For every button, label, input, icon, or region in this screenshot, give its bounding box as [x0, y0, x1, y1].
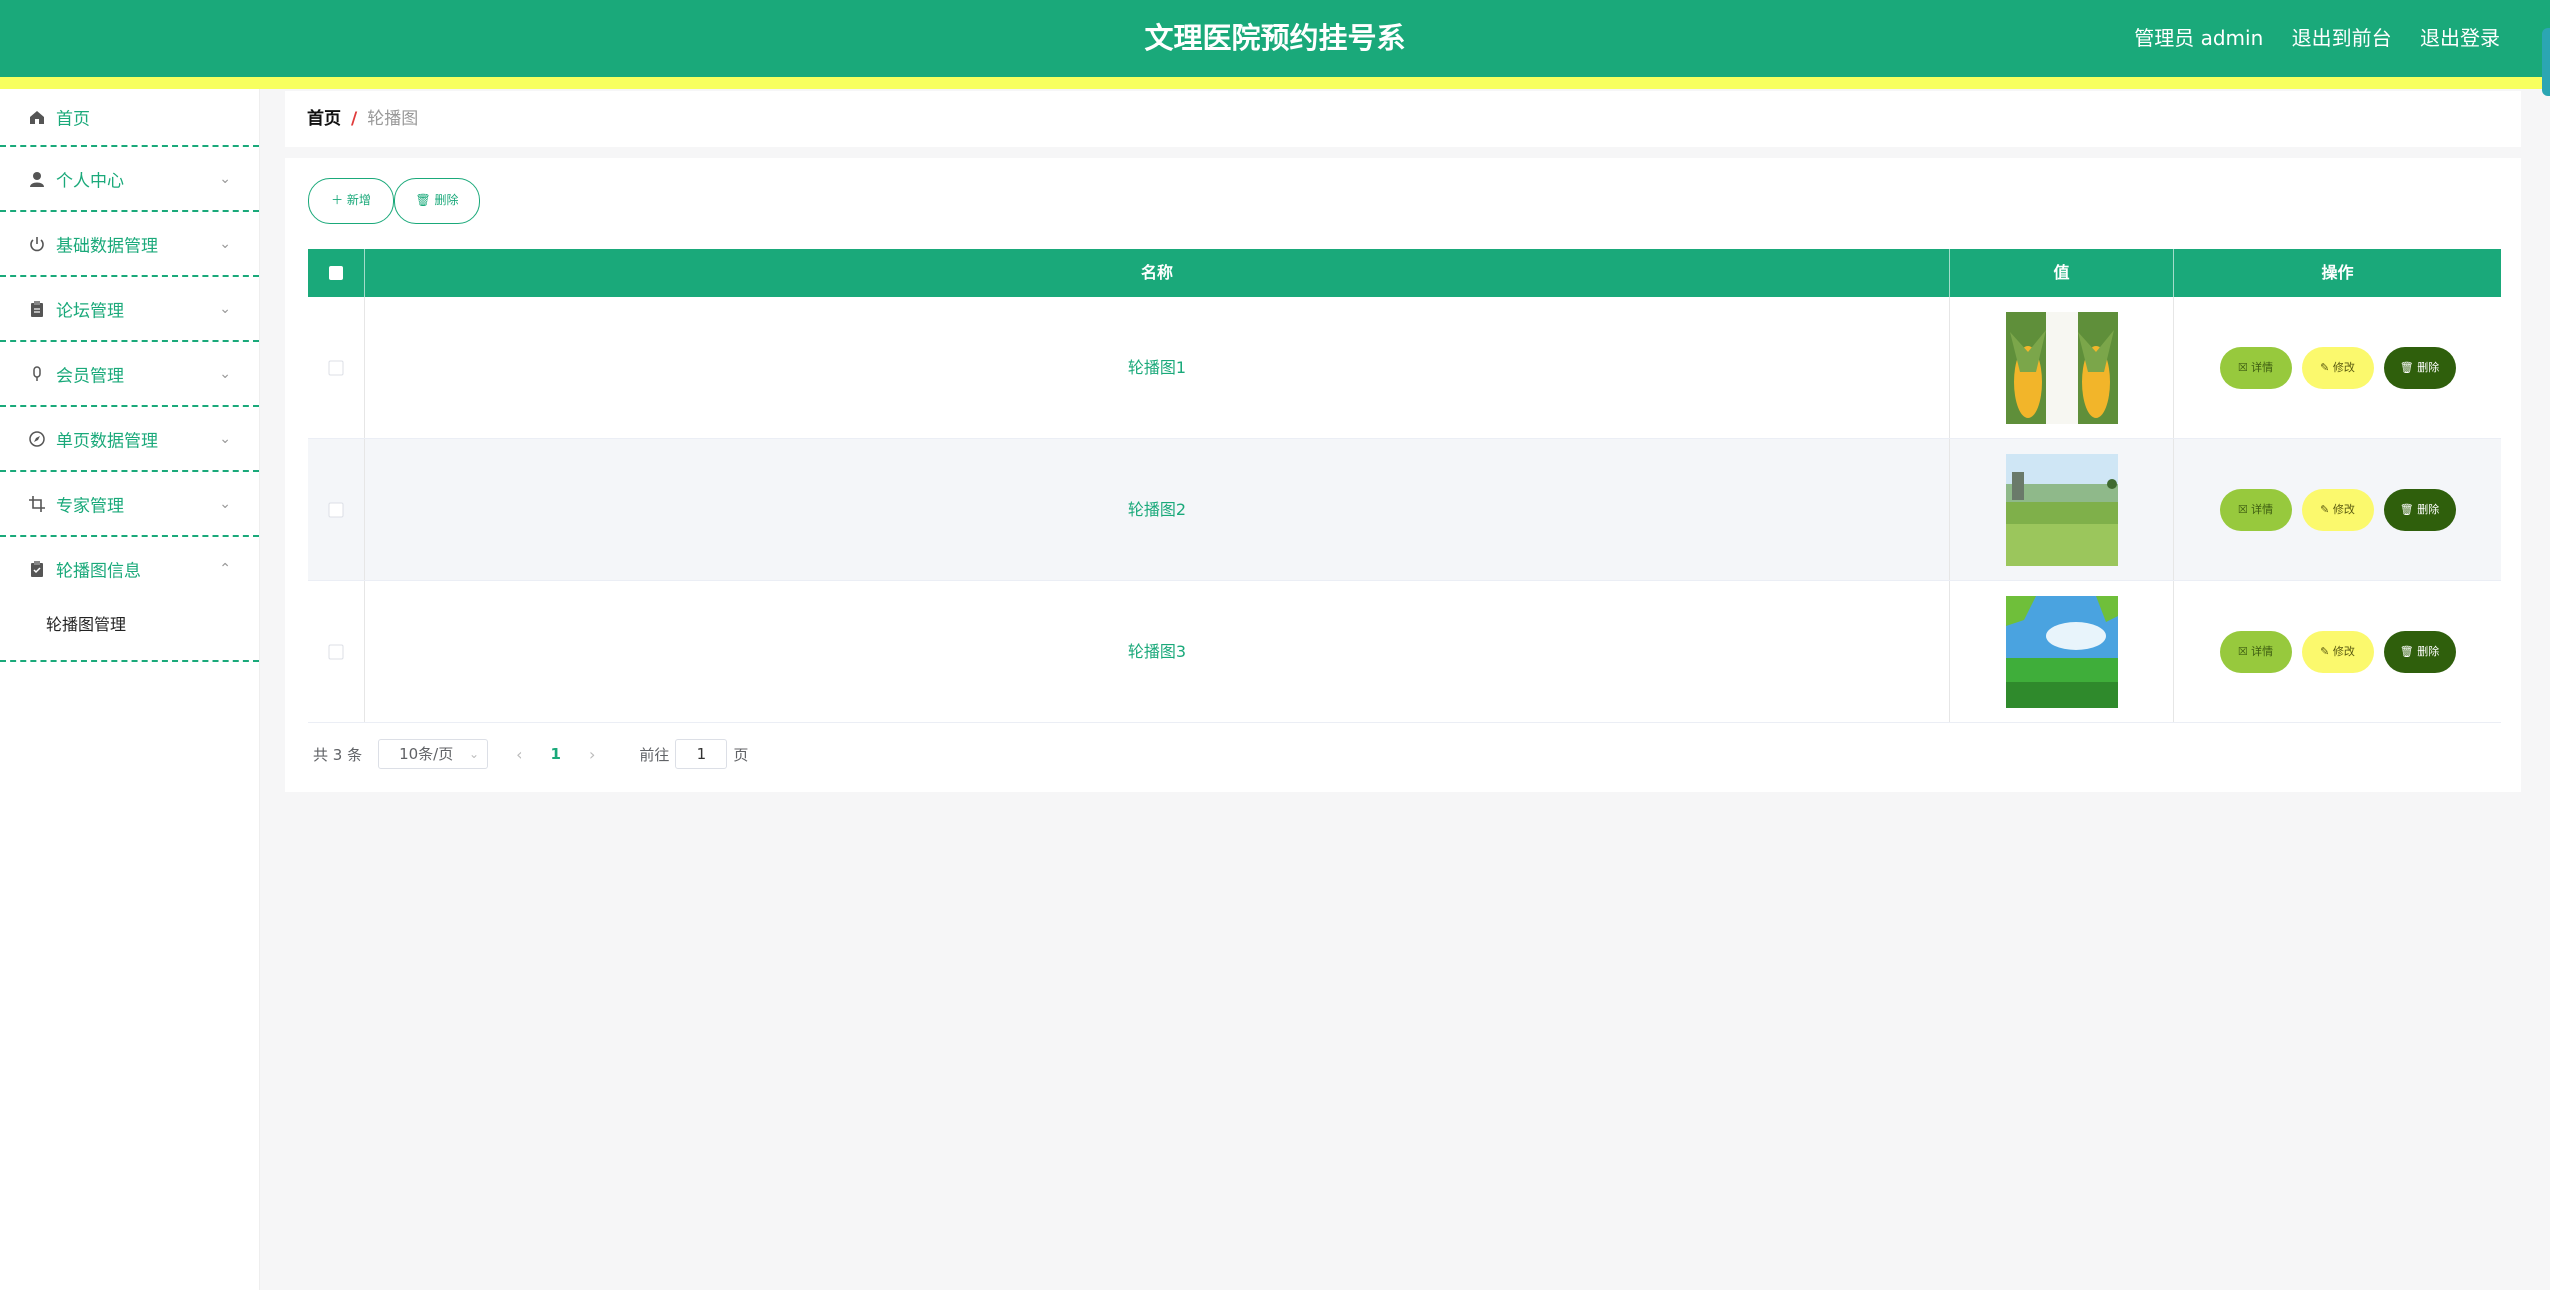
- row-checkbox[interactable]: [328, 644, 344, 659]
- detail-button[interactable]: ☒ 详情: [2219, 346, 2292, 389]
- green-sky-image[interactable]: [2005, 595, 2118, 708]
- sidebar-item-forum[interactable]: 论坛管理 ⌄: [0, 277, 259, 342]
- header-right: 管理员 admin 退出到前台 退出登录: [2112, 0, 2500, 77]
- sidebar-item-carousel-info[interactable]: 轮播图信息 ⌃: [0, 537, 259, 600]
- next-page-icon[interactable]: ›: [589, 745, 595, 764]
- pagination: 共 3 条 10条/页 ⌄ ‹ 1 › 前往 页: [313, 738, 748, 770]
- content-card: ＋ 新增 🗑 删除 名称 值 操作 轮播图1 ☒ 详情 ✎ 修改 🗑 删除 轮播…: [285, 158, 2521, 792]
- chevron-down-icon: ⌄: [219, 430, 231, 447]
- logout-link[interactable]: 退出登录: [2420, 26, 2500, 50]
- sidebar-item-home[interactable]: 首页: [0, 89, 259, 147]
- chevron-down-icon: ⌄: [219, 495, 231, 512]
- top-header: 文理医院预约挂号系 管理员 admin 退出到前台 退出登录: [0, 0, 2550, 77]
- grass-field-image[interactable]: [2005, 453, 2118, 566]
- sidebar-item-label: 会员管理: [56, 366, 124, 386]
- chevron-down-icon: ⌄: [219, 300, 231, 317]
- chevron-down-icon: ⌄: [219, 170, 231, 187]
- row-name: 轮播图1: [365, 297, 1950, 438]
- breadcrumb-separator: /: [351, 109, 358, 129]
- detail-button[interactable]: ☒ 详情: [2219, 488, 2292, 531]
- sidebar-subitem-carousel-manage[interactable]: 轮播图管理: [0, 600, 259, 650]
- chevron-down-icon: ⌄: [219, 365, 231, 382]
- data-table: 名称 值 操作 轮播图1 ☒ 详情 ✎ 修改 🗑 删除 轮播图2 ☒ 详情 ✎ …: [308, 249, 2501, 723]
- crop-icon: [28, 495, 46, 513]
- column-header-name: 名称: [365, 249, 1950, 297]
- microphone-icon: [28, 365, 46, 383]
- header-accent-bar: [0, 77, 2550, 89]
- checklist-icon: [28, 560, 46, 578]
- sidebar-item-label: 轮播图信息: [56, 561, 141, 581]
- edit-button[interactable]: ✎ 修改: [2301, 630, 2374, 673]
- goto-label: 前往: [639, 745, 670, 764]
- delete-button[interactable]: 🗑 删除: [2383, 488, 2456, 531]
- row-name: 轮播图3: [365, 581, 1950, 722]
- row-checkbox[interactable]: [328, 360, 344, 375]
- sidebar-item-label: 个人中心: [56, 171, 124, 191]
- column-header-actions: 操作: [2321, 263, 2354, 282]
- front-desk-link[interactable]: 退出到前台: [2292, 26, 2392, 50]
- delete-button[interactable]: 🗑 删除: [2383, 346, 2456, 389]
- table-header: 名称 值 操作: [308, 249, 2501, 297]
- chevron-down-icon: ⌄: [219, 235, 231, 252]
- detail-button[interactable]: ☒ 详情: [2219, 630, 2292, 673]
- sidebar-group-carousel: 轮播图信息 ⌃ 轮播图管理: [0, 537, 259, 662]
- prev-page-icon[interactable]: ‹: [516, 745, 522, 764]
- edit-button[interactable]: ✎ 修改: [2301, 346, 2374, 389]
- page-size-select[interactable]: 10条/页 ⌄: [378, 739, 489, 769]
- side-edge-tab[interactable]: [2542, 28, 2550, 96]
- page-number[interactable]: 1: [551, 745, 561, 763]
- breadcrumb-home[interactable]: 首页: [307, 109, 341, 129]
- sidebar-item-members[interactable]: 会员管理 ⌄: [0, 342, 259, 407]
- row-name: 轮播图2: [365, 439, 1950, 580]
- breadcrumb: 首页 / 轮播图: [285, 91, 2521, 147]
- select-all-cell: [308, 249, 365, 297]
- admin-user-label: 管理员 admin: [2134, 26, 2264, 50]
- goto-suffix: 页: [733, 745, 749, 764]
- sidebar-item-label: 基础数据管理: [56, 236, 158, 256]
- chevron-up-icon: ⌃: [219, 560, 231, 577]
- add-button[interactable]: ＋ 新增: [308, 178, 394, 224]
- home-icon: [28, 108, 46, 126]
- sidebar-item-base-data[interactable]: 基础数据管理 ⌄: [0, 212, 259, 277]
- sidebar-item-label: 首页: [56, 109, 90, 130]
- sidebar: 首页 个人中心 ⌄ 基础数据管理 ⌄ 论坛管理 ⌄ 会员管理 ⌄ 单页数据管理 …: [0, 89, 260, 1290]
- delete-button[interactable]: 🗑 删除: [2383, 630, 2456, 673]
- sidebar-item-experts[interactable]: 专家管理 ⌄: [0, 472, 259, 537]
- power-icon: [28, 235, 46, 253]
- edit-button[interactable]: ✎ 修改: [2301, 488, 2374, 531]
- compass-icon: [28, 430, 46, 448]
- corn-image[interactable]: [2005, 311, 2118, 424]
- goto-page-input[interactable]: [675, 739, 728, 769]
- breadcrumb-current: 轮播图: [367, 109, 419, 129]
- sidebar-item-label: 专家管理: [56, 496, 124, 516]
- sidebar-item-profile[interactable]: 个人中心 ⌄: [0, 147, 259, 212]
- user-icon: [28, 170, 46, 188]
- chevron-down-icon: ⌄: [469, 747, 480, 761]
- table-row: 轮播图3 ☒ 详情 ✎ 修改 🗑 删除: [308, 581, 2501, 723]
- pagination-total: 共 3 条: [313, 745, 363, 764]
- sidebar-item-single-page[interactable]: 单页数据管理 ⌄: [0, 407, 259, 472]
- row-checkbox[interactable]: [328, 502, 344, 517]
- select-all-checkbox[interactable]: [329, 266, 343, 280]
- sidebar-item-label: 论坛管理: [56, 301, 124, 321]
- table-row: 轮播图2 ☒ 详情 ✎ 修改 🗑 删除: [308, 439, 2501, 581]
- clipboard-icon: [28, 300, 46, 318]
- table-row: 轮播图1 ☒ 详情 ✎ 修改 🗑 删除: [308, 297, 2501, 439]
- column-header-value: 值: [1950, 249, 2174, 297]
- sidebar-item-label: 单页数据管理: [56, 431, 158, 451]
- batch-delete-button[interactable]: 🗑 删除: [394, 178, 480, 224]
